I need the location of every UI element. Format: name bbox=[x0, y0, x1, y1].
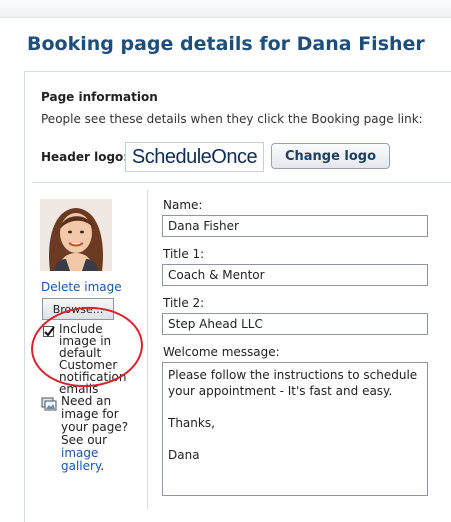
avatar-photo bbox=[40, 199, 112, 271]
gallery-hint: Need an image for your page? See our ima… bbox=[61, 395, 145, 473]
checkmark-icon bbox=[44, 326, 55, 337]
image-gallery-link[interactable]: image gallery bbox=[61, 446, 100, 473]
title1-field[interactable]: Coach & Mentor bbox=[162, 264, 428, 286]
name-field[interactable]: Dana Fisher bbox=[162, 215, 428, 237]
column-divider bbox=[147, 190, 148, 509]
section-heading: Page information bbox=[41, 90, 158, 104]
gallery-hint-end: . bbox=[100, 459, 105, 473]
top-band bbox=[0, 0, 451, 18]
section-description: People see these details when they click… bbox=[41, 112, 423, 126]
logo-text: ScheduleOnce bbox=[131, 145, 258, 168]
gallery-hint-text: Need an image for your page? See our bbox=[61, 394, 129, 447]
header-logo: ScheduleOnce bbox=[125, 142, 264, 172]
title1-label: Title 1: bbox=[163, 247, 205, 261]
avatar bbox=[40, 199, 112, 271]
title2-field[interactable]: Step Ahead LLC bbox=[162, 313, 428, 335]
browse-button[interactable]: Browse... bbox=[42, 298, 114, 320]
welcome-message-textarea[interactable]: Please follow the instructions to schedu… bbox=[162, 362, 428, 496]
include-image-label: Include image in default Customer notifi… bbox=[59, 322, 127, 396]
delete-image-link[interactable]: Delete image bbox=[41, 280, 122, 294]
header-logo-label: Header logo: bbox=[41, 150, 129, 164]
page-title: Booking page details for Dana Fisher bbox=[27, 33, 425, 55]
title2-label: Title 2: bbox=[163, 296, 205, 310]
image-gallery-icon bbox=[41, 397, 57, 411]
change-logo-button[interactable]: Change logo bbox=[271, 143, 390, 169]
divider bbox=[32, 182, 451, 183]
include-image-checkbox[interactable] bbox=[43, 326, 55, 337]
name-label: Name: bbox=[163, 198, 203, 212]
welcome-message-label: Welcome message: bbox=[163, 345, 280, 359]
